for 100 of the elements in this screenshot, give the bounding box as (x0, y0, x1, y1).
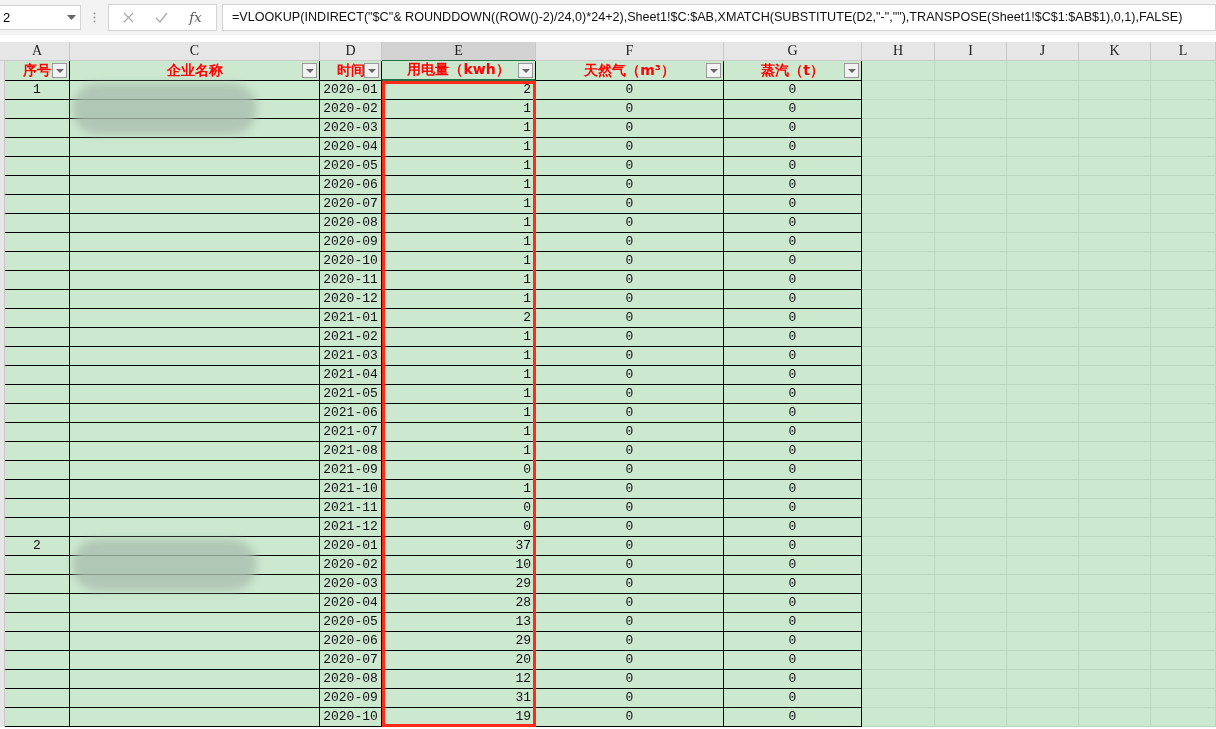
name-box[interactable]: 2 (0, 5, 81, 30)
table-cell: 0 (788, 347, 797, 365)
empty-cell (5, 157, 70, 176)
table-cell: 0 (788, 328, 797, 346)
table-cell: 1 (523, 328, 531, 346)
table-cell: 1 (523, 347, 531, 365)
empty-cell (5, 138, 70, 157)
table-cell: 0 (788, 138, 797, 156)
table-cell: 1 (523, 157, 531, 175)
empty-cell (5, 499, 70, 518)
empty-cell (935, 61, 1007, 81)
filter-button[interactable] (302, 63, 317, 78)
table-cell: 0 (523, 499, 531, 517)
table-cell: 0 (625, 632, 634, 650)
table-cell: 2020-03 (323, 119, 378, 137)
table-cell: 0 (788, 537, 797, 555)
table-cell: 0 (625, 119, 634, 137)
table-cell: 0 (625, 252, 634, 270)
table-cell: 0 (788, 309, 797, 327)
table-cell: 0 (523, 461, 531, 479)
table-cell: 2020-01 (323, 81, 378, 99)
table-cell: 0 (788, 157, 797, 175)
table-cell: 0 (625, 233, 634, 251)
caret-icon (709, 68, 718, 73)
filter-button[interactable] (706, 63, 721, 78)
table-cell: 0 (788, 613, 797, 631)
table-cell: 0 (788, 233, 797, 251)
caret-icon (847, 68, 856, 73)
caret-icon (67, 15, 76, 20)
table-cell: 0 (788, 100, 797, 118)
table-cell: 0 (788, 480, 797, 498)
empty-cell (5, 404, 70, 423)
table-cell: 0 (788, 290, 797, 308)
table-cell: 0 (625, 575, 634, 593)
table-cell: 0 (788, 499, 797, 517)
table-cell: 2021-04 (323, 366, 378, 384)
table-cell: 0 (788, 385, 797, 403)
table-cell: 0 (788, 176, 797, 194)
table-cell: 0 (625, 480, 634, 498)
filter-button[interactable] (364, 63, 379, 78)
table-cell: 2020-01 (323, 537, 378, 555)
table-cell: 2021-09 (323, 461, 378, 479)
empty-cell (5, 651, 70, 670)
empty-cell (5, 328, 70, 347)
empty-cell (5, 594, 70, 613)
table-cell: 2 (33, 537, 41, 555)
table-cell: 1 (523, 176, 531, 194)
column-header: 序号 (23, 61, 51, 80)
table-cell: 0 (788, 632, 797, 650)
table-cell: 2021-05 (323, 385, 378, 403)
table-cell: 1 (523, 233, 531, 251)
filter-button[interactable] (52, 63, 67, 78)
table-cell: 2020-08 (323, 670, 378, 688)
table-cell: 10 (515, 556, 531, 574)
column-letter[interactable]: E (382, 42, 536, 62)
table-cell: 2021-06 (323, 404, 378, 422)
empty-cell (5, 271, 70, 290)
check-icon[interactable] (155, 12, 169, 23)
table-cell: 1 (523, 480, 531, 498)
filter-button[interactable] (844, 63, 859, 78)
table-cell: 2021-08 (323, 442, 378, 460)
filter-button[interactable] (518, 63, 533, 78)
table-cell: 0 (625, 499, 634, 517)
table-cell: 0 (625, 328, 634, 346)
insert-function-button[interactable]: fx (189, 10, 202, 25)
caret-icon (55, 68, 64, 73)
table-cell: 19 (515, 708, 531, 726)
table-cell: 0 (625, 385, 634, 403)
table-cell: 29 (515, 575, 531, 593)
empty-cell (5, 290, 70, 309)
empty-cell (5, 119, 70, 138)
table-cell: 0 (625, 290, 634, 308)
empty-cell (5, 366, 70, 385)
table-cell: 0 (788, 708, 797, 726)
drag-handle-icon[interactable] (93, 12, 96, 23)
table-cell: 1 (523, 195, 531, 213)
empty-cell (5, 442, 70, 461)
table-cell: 0 (788, 195, 797, 213)
table-cell: 0 (625, 708, 634, 726)
table-cell: 1 (523, 138, 531, 156)
table-cell: 1 (523, 252, 531, 270)
table-cell: 2020-07 (323, 651, 378, 669)
empty-cell (1151, 61, 1216, 81)
table-cell: 1 (523, 119, 531, 137)
table-cell: 2020-09 (323, 233, 378, 251)
table-cell: 0 (625, 347, 634, 365)
table-cell: 2020-09 (323, 689, 378, 707)
table-cell: 0 (788, 689, 797, 707)
table-cell: 2020-05 (323, 613, 378, 631)
table-cell: 1 (523, 214, 531, 232)
empty-cell (5, 575, 70, 594)
empty-cell (1007, 61, 1079, 81)
table-cell: 2020-02 (323, 556, 378, 574)
formula-field[interactable]: =VLOOKUP(INDIRECT("$C"& ROUNDDOWN((ROW()-2)/24,0)*24+2),Sheet1!$C:$AB,XMATCH(SUBSTITUTE(D2,"-",""),TRANSPOSE(Sheet1!$C$1:$AB$1),0,1),FALSE) (222, 4, 1216, 31)
empty-cell (5, 347, 70, 366)
empty-cell (1079, 61, 1151, 81)
empty-cell (1151, 708, 1216, 727)
table-cell: 1 (523, 404, 531, 422)
table-cell: 2021-03 (323, 347, 378, 365)
column-header: 用电量（kwh） (407, 61, 510, 79)
